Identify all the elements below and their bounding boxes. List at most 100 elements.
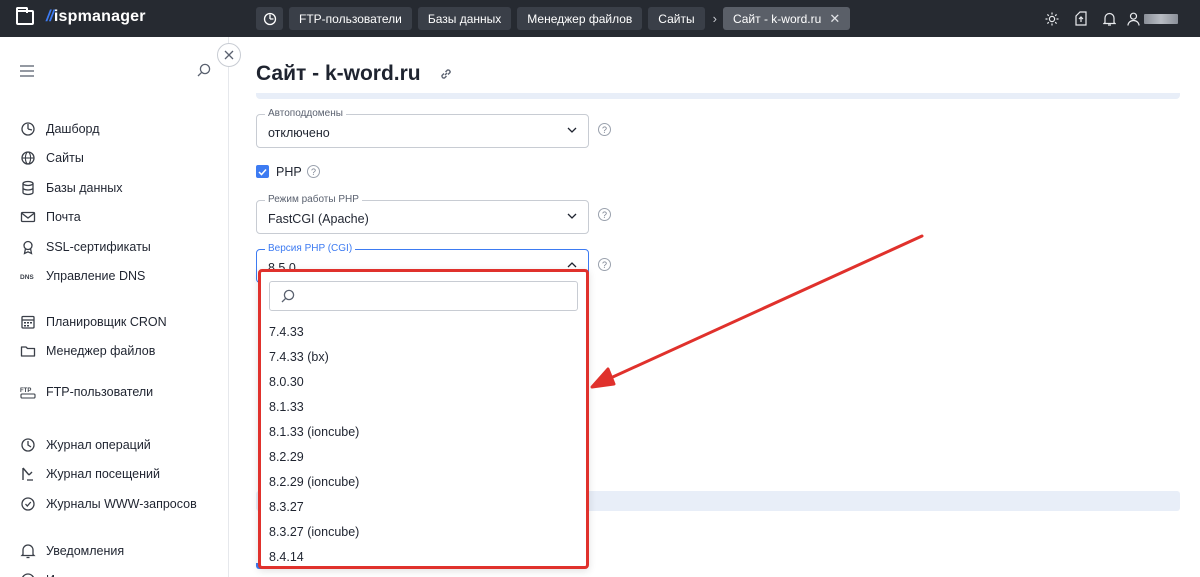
globe-icon	[20, 150, 36, 166]
sidebar-item-label: Журналы WWW-запросов	[46, 496, 197, 511]
dropdown-option[interactable]: 8.1.33	[261, 394, 586, 419]
sidebar-item-label: Базы данных	[46, 180, 123, 195]
dns-icon: DNS	[20, 268, 36, 284]
dropdown-option[interactable]: 8.0.30	[261, 369, 586, 394]
sidebar-item-label: Почта	[46, 210, 81, 225]
sidebar-item-label: Использование диска	[46, 573, 172, 577]
php-checkbox[interactable]	[256, 165, 269, 178]
tab-databases[interactable]: Базы данных	[417, 7, 512, 30]
autosubdomains-select[interactable]: Автоподдомены отключено	[256, 108, 589, 148]
sidebar-item-label: FTP-пользователи	[46, 385, 154, 399]
chevron-down-icon	[567, 127, 577, 133]
logo-slash: //	[46, 8, 54, 25]
tab-bar: FTP-пользователи Базы данных Менеджер фа…	[256, 7, 856, 30]
sidebar-item-label: Журнал операций	[46, 438, 151, 452]
chevron-down-icon	[567, 213, 577, 219]
dashboard-icon	[263, 12, 276, 25]
menu-icon[interactable]	[20, 65, 34, 77]
close-icon	[224, 50, 234, 60]
autosubdomains-value: отключено	[268, 126, 330, 140]
php-checkbox-label: PHP	[276, 165, 302, 179]
sidebar-item-label: Уведомления	[46, 544, 125, 558]
autosubdomains-label: Автоподдомены	[265, 108, 346, 119]
svg-text:FTP: FTP	[20, 388, 31, 394]
title-divider	[256, 93, 1180, 99]
sidebar-item[interactable]: Почта	[20, 209, 81, 225]
top-bar: // ispmanager FTP-пользователи Базы данн…	[0, 0, 1200, 37]
sidebar-item-label: Планировщик CRON	[46, 315, 167, 329]
sidebar-item[interactable]: Журнал посещений	[20, 466, 160, 482]
dropdown-option[interactable]: 7.4.33 (bx)	[261, 344, 586, 369]
sidebar-item[interactable]: DNS Управление DNS	[20, 268, 145, 284]
help-icon[interactable]: ?	[598, 208, 611, 221]
sidebar-item[interactable]: SSL-сертификаты	[20, 239, 151, 255]
sidebar-item-label: Менеджер файлов	[46, 344, 156, 359]
tab-site-k-word[interactable]: Сайт - k-word.ru ✕	[722, 7, 851, 30]
dashboard-icon	[20, 121, 36, 137]
sidebar-item-label: Дашборд	[46, 122, 100, 136]
link-icon[interactable]	[439, 67, 453, 81]
sidebar-item[interactable]: FTP FTP-пользователи	[20, 384, 153, 400]
dropdown-option[interactable]: 8.3.27	[261, 494, 586, 519]
folder-icon	[20, 343, 36, 359]
certificate-icon	[20, 239, 36, 255]
dropdown-option[interactable]: 8.2.29	[261, 444, 586, 469]
close-icon[interactable]: ✕	[829, 11, 840, 27]
sidebar-item[interactable]: Журнал операций	[20, 437, 151, 453]
php-version-label: Версия PHP (CGI)	[265, 243, 356, 254]
sun-icon[interactable]	[1037, 0, 1066, 37]
visits-icon	[20, 466, 36, 482]
sidebar: Дашборд Сайты Базы данных Почта SSL-сертифик…	[0, 37, 229, 577]
sidebar-item[interactable]: Базы данных	[20, 180, 123, 196]
upload-icon[interactable]	[1066, 0, 1095, 37]
dropdown-option[interactable]: 7.4.33	[261, 319, 586, 344]
tab-dashboard[interactable]	[256, 7, 283, 30]
search-icon[interactable]	[197, 63, 211, 77]
search-icon	[281, 289, 295, 303]
user-icon[interactable]	[1124, 0, 1142, 37]
help-icon[interactable]: ?	[598, 258, 611, 271]
close-sidebar-button[interactable]	[217, 43, 241, 67]
bell-icon	[20, 543, 36, 559]
sidebar-item[interactable]: Использование диска	[20, 572, 172, 577]
sidebar-header	[20, 62, 212, 80]
sidebar-item[interactable]: Уведомления	[20, 543, 124, 559]
calendar-icon	[20, 314, 36, 330]
sidebar-item[interactable]: Планировщик CRON	[20, 314, 167, 330]
php-version-dropdown: 7.4.33 7.4.33 (bx) 8.0.30 8.1.33 8.1.33 (ion…	[258, 269, 589, 569]
sidebar-item[interactable]: Сайты	[20, 150, 84, 166]
user-name-blurred[interactable]	[1144, 13, 1178, 24]
tab-file-manager[interactable]: Менеджер файлов	[517, 7, 643, 30]
dropdown-option[interactable]: 8.2.29 (ioncube)	[261, 469, 586, 494]
tab-sites[interactable]: Сайты	[648, 7, 705, 30]
page-title-text: Сайт - k-word.ru	[256, 62, 421, 85]
php-mode-label: Режим работы PHP	[265, 194, 362, 205]
dropdown-options: 7.4.33 7.4.33 (bx) 8.0.30 8.1.33 8.1.33 (ion…	[261, 319, 586, 566]
help-icon[interactable]: ?	[598, 123, 611, 136]
dropdown-option[interactable]: 8.3.27 (ioncube)	[261, 519, 586, 544]
dropdown-option[interactable]: 8.1.33 (ioncube)	[261, 419, 586, 444]
disk-icon	[20, 572, 36, 577]
dropdown-search-input[interactable]	[269, 281, 578, 311]
logo-text: ispmanager	[53, 8, 146, 25]
dropdown-option[interactable]: 8.4.14	[261, 544, 586, 566]
php-mode-value: FastCGI (Apache)	[268, 212, 369, 226]
checkmark-icon	[258, 168, 267, 176]
mail-icon	[20, 209, 36, 225]
ftp-icon: FTP	[20, 384, 36, 400]
sidebar-item-label: Сайты	[46, 151, 84, 166]
tab-site-label: Сайт - k-word.ru	[732, 11, 822, 26]
logo[interactable]: // ispmanager	[16, 6, 146, 26]
sidebar-item-label: SSL-сертификаты	[46, 239, 151, 254]
sidebar-item-label: Управление DNS	[46, 269, 146, 283]
sidebar-item[interactable]: Дашборд	[20, 121, 100, 137]
sidebar-item[interactable]: Менеджер файлов	[20, 343, 155, 359]
help-icon[interactable]: ?	[307, 165, 320, 178]
database-icon	[20, 180, 36, 196]
php-mode-select[interactable]: Режим работы PHP FastCGI (Apache)	[256, 194, 589, 234]
sidebar-item[interactable]: Журналы WWW-запросов	[20, 496, 197, 512]
bell-icon[interactable]	[1095, 0, 1124, 37]
page-title: Сайт - k-word.ru	[256, 62, 453, 86]
tab-ftp-users[interactable]: FTP-пользователи	[289, 7, 412, 30]
folder-logo-icon	[16, 6, 34, 25]
